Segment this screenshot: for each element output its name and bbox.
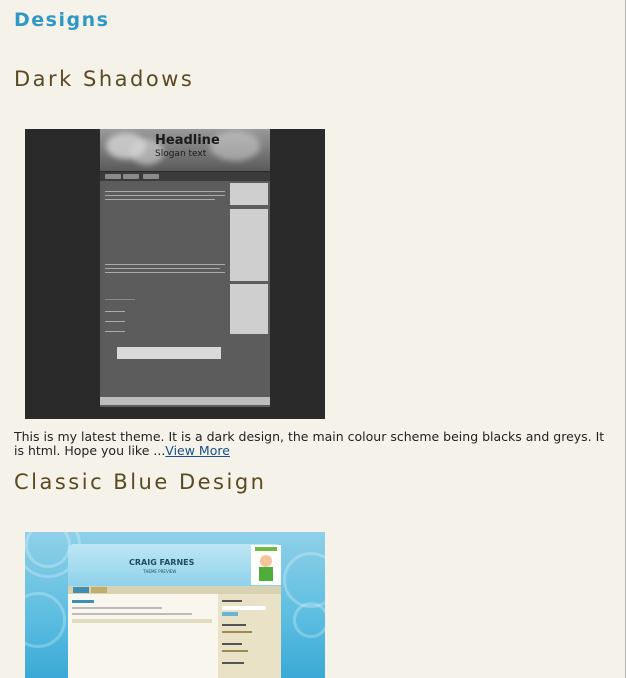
thumbnail-mascot-image: [251, 545, 281, 585]
thumbnail-footer: [100, 397, 270, 405]
thumbnail-site-subtitle: THEME PREVIEW: [143, 569, 177, 574]
view-more-link[interactable]: View More: [165, 443, 230, 458]
dark-shadows-thumbnail[interactable]: Headline Slogan text: [25, 129, 325, 419]
classic-blue-thumbnail[interactable]: CRAIG FARNES THEME PREVIEW: [25, 532, 325, 678]
thumbnail-blue-sidebar: [218, 594, 281, 678]
excerpt-text: This is my latest theme. It is a dark de…: [14, 429, 605, 458]
thumbnail-blue-content: [68, 594, 218, 678]
thumbnail-slogan: Slogan text: [155, 149, 207, 159]
thumbnail-site-title: CRAIG FARNES: [129, 558, 195, 567]
thumbnail-headline: Headline: [155, 133, 220, 148]
post-title-dark-shadows[interactable]: Dark Shadows: [14, 67, 194, 91]
page-heading: Designs: [14, 9, 110, 31]
post-excerpt-dark-shadows: This is my latest theme. It is a dark de…: [14, 430, 614, 458]
post-title-classic-blue[interactable]: Classic Blue Design: [14, 470, 266, 494]
